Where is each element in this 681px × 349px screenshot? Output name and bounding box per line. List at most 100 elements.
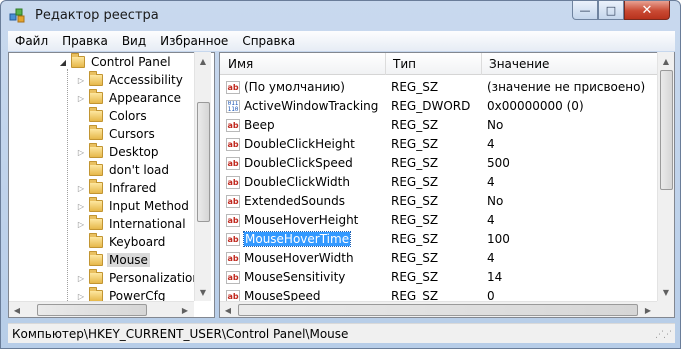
tree-item-label: Input Method <box>109 199 189 213</box>
tree-item-infrared[interactable]: ▷ Infrared <box>75 179 158 197</box>
column-header-value[interactable]: Значение <box>489 57 549 71</box>
tree-item-label: Keyboard <box>109 235 166 249</box>
list-row[interactable]: ab Beep REG_SZ No <box>220 116 658 135</box>
string-value-icon: ab <box>226 138 240 151</box>
list-row[interactable]: ab ExtendedSounds REG_SZ No <box>220 192 658 211</box>
tree-item-input-method[interactable]: ▷ Input Method <box>75 197 191 215</box>
scrollbar-corner <box>657 301 674 317</box>
tree-item-cursors[interactable]: Cursors <box>75 125 157 143</box>
value-name: MouseHoverWidth <box>244 251 354 265</box>
list-row-selected[interactable]: ab MouseHoverTime REG_SZ 100 <box>220 230 658 249</box>
collapsed-arrow-icon[interactable]: ▷ <box>75 76 87 85</box>
expanded-arrow-icon[interactable]: ◢ <box>57 58 69 67</box>
list-row[interactable]: ab DoubleClickWidth REG_SZ 4 <box>220 173 658 192</box>
tree-item-appearance[interactable]: ▷ Appearance <box>75 89 183 107</box>
scroll-thumb[interactable] <box>238 304 638 316</box>
tree-horizontal-scrollbar[interactable]: ◀ ▶ <box>9 301 194 317</box>
folder-icon <box>89 197 103 212</box>
folder-icon <box>89 143 103 158</box>
value-data: No <box>487 194 504 208</box>
tree-item-label: International <box>109 217 186 231</box>
list-vertical-scrollbar[interactable]: ▲ ▼ <box>657 52 674 301</box>
tree-item-label: Desktop <box>109 145 159 159</box>
collapsed-arrow-icon[interactable]: ▷ <box>75 292 87 301</box>
value-name: DoubleClickWidth <box>244 175 350 189</box>
collapsed-arrow-icon[interactable]: ▷ <box>75 148 87 157</box>
scroll-left-arrow-icon[interactable]: ◀ <box>9 302 25 318</box>
menu-favorites[interactable]: Избранное <box>153 34 235 48</box>
tree-item-desktop[interactable]: ▷ Desktop <box>75 143 161 161</box>
tree-item-mouse[interactable]: Mouse <box>75 251 150 269</box>
collapsed-arrow-icon[interactable]: ▷ <box>75 202 87 211</box>
list-row[interactable]: ab MouseHoverWidth REG_SZ 4 <box>220 249 658 268</box>
scroll-up-arrow-icon[interactable]: ▲ <box>658 53 674 69</box>
collapsed-arrow-icon[interactable]: ▷ <box>75 220 87 229</box>
list-horizontal-scrollbar[interactable]: ◀ ▶ <box>220 301 657 317</box>
title-bar[interactable]: Редактор реестра — □ ✕ <box>1 1 680 29</box>
menu-edit[interactable]: Правка <box>55 34 115 48</box>
close-button[interactable]: ✕ <box>624 1 670 20</box>
column-header-type[interactable]: Тип <box>393 57 416 71</box>
value-data: 4 <box>487 213 495 227</box>
list-row[interactable]: 011 110 ActiveWindowTracking REG_DWORD 0… <box>220 97 658 116</box>
value-name: MouseHoverHeight <box>244 213 359 227</box>
resize-grip-icon[interactable]: ⋰⋰ <box>655 330 672 340</box>
minimize-icon: — <box>579 3 591 17</box>
tree-item-control-panel[interactable]: ◢ Control Panel <box>57 53 173 71</box>
value-data: 4 <box>487 251 495 265</box>
collapsed-arrow-icon[interactable]: ▷ <box>75 94 87 103</box>
scroll-down-arrow-icon[interactable]: ▼ <box>195 284 211 300</box>
maximize-button[interactable]: □ <box>598 1 624 20</box>
tree-vertical-scrollbar[interactable]: ▲ ▼ <box>194 52 211 301</box>
tree-item-dont-load[interactable]: don't load <box>75 161 171 179</box>
registry-editor-window: Редактор реестра — □ ✕ Файл Правка Вид И… <box>0 0 681 349</box>
value-name: MouseSensitivity <box>244 270 346 284</box>
folder-icon <box>89 269 103 284</box>
menu-file[interactable]: Файл <box>8 34 55 48</box>
scroll-up-arrow-icon[interactable]: ▲ <box>195 53 211 69</box>
string-value-icon: ab <box>226 252 240 265</box>
value-data: 500 <box>487 156 510 170</box>
maximize-icon: □ <box>605 3 617 17</box>
value-name: Beep <box>244 118 275 132</box>
menu-bar: Файл Правка Вид Избранное Справка <box>8 31 675 51</box>
collapsed-arrow-icon[interactable]: ▷ <box>75 184 87 193</box>
list-row[interactable]: ab DoubleClickHeight REG_SZ 4 <box>220 135 658 154</box>
menu-help[interactable]: Справка <box>235 34 302 48</box>
minimize-button[interactable]: — <box>572 1 598 20</box>
folder-icon <box>89 125 103 140</box>
list-row[interactable]: ab DoubleClickSpeed REG_SZ 500 <box>220 154 658 173</box>
list-row[interactable]: ab MouseSensitivity REG_SZ 14 <box>220 268 658 287</box>
scroll-down-arrow-icon[interactable]: ▼ <box>658 284 674 300</box>
value-type: REG_DWORD <box>391 99 471 113</box>
scroll-right-arrow-icon[interactable]: ▶ <box>177 302 193 318</box>
scroll-thumb[interactable] <box>197 102 210 222</box>
collapsed-arrow-icon[interactable]: ▷ <box>75 274 87 283</box>
list-row[interactable]: ab (По умолчанию) REG_SZ (значение не пр… <box>220 78 658 97</box>
values-list[interactable]: Имя Тип Значение ab (По умолчанию) REG_S… <box>219 52 675 318</box>
scroll-thumb[interactable] <box>660 70 673 190</box>
tree-item-colors[interactable]: Colors <box>75 107 149 125</box>
value-data: No <box>487 118 504 132</box>
tree-item-international[interactable]: ▷ International <box>75 215 188 233</box>
folder-icon <box>89 251 103 266</box>
registry-tree[interactable]: ◢ Control Panel ▷ Accessibility ▷ Appear… <box>8 52 215 318</box>
folder-icon <box>89 179 103 194</box>
menu-view[interactable]: Вид <box>115 34 153 48</box>
string-value-icon: ab <box>226 81 240 94</box>
value-type: REG_SZ <box>391 251 439 265</box>
tree-item-label: Personalization <box>109 271 200 285</box>
value-data: 100 <box>487 232 510 246</box>
list-row[interactable]: ab MouseHoverHeight REG_SZ 4 <box>220 211 658 230</box>
selected-value-name: MouseHoverTime <box>242 231 352 247</box>
folder-open-icon <box>71 53 85 68</box>
scroll-right-arrow-icon[interactable]: ▶ <box>640 302 656 318</box>
column-header-name[interactable]: Имя <box>228 57 253 71</box>
tree-item-accessibility[interactable]: ▷ Accessibility <box>75 71 185 89</box>
tree-item-personalization[interactable]: ▷ Personalization <box>75 269 202 287</box>
scroll-thumb[interactable] <box>37 304 147 316</box>
value-data: 4 <box>487 175 495 189</box>
scroll-left-arrow-icon[interactable]: ◀ <box>220 302 236 318</box>
value-data: 14 <box>487 270 503 284</box>
tree-item-keyboard[interactable]: Keyboard <box>75 233 167 251</box>
